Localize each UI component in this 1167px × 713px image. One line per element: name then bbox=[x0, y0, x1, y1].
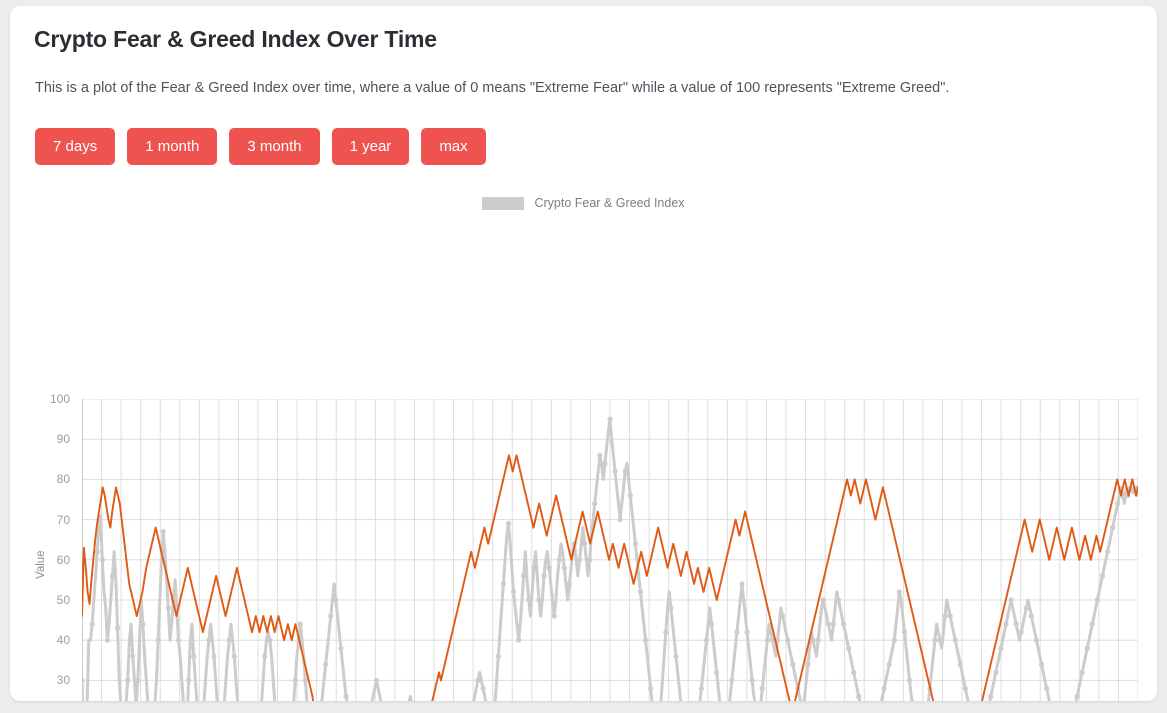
x-axis-ticks: 1 Feb, 201818 Feb, 20187 Mar, 201824 Mar… bbox=[10, 186, 1157, 286]
range-button-max[interactable]: max bbox=[421, 128, 486, 165]
page-title: Crypto Fear & Greed Index Over Time bbox=[34, 26, 437, 52]
y-tick-label: 80 bbox=[56, 472, 70, 487]
time-range-button-group: 7 days 1 month 3 month 1 year max bbox=[35, 128, 486, 165]
y-tick-label: 50 bbox=[56, 593, 70, 607]
range-button-7-days[interactable]: 7 days bbox=[35, 128, 116, 165]
y-tick-label: 60 bbox=[56, 552, 70, 567]
range-button-1-month[interactable]: 1 month bbox=[127, 128, 218, 165]
chart-description: This is a plot of the Fear & Greed Index… bbox=[35, 80, 950, 96]
chart-svg bbox=[82, 399, 1138, 701]
y-tick-label: 30 bbox=[56, 673, 70, 688]
chart-area: Crypto Fear & Greed Index Value 01020304… bbox=[10, 186, 1157, 701]
plot-canvas bbox=[82, 399, 1138, 701]
y-tick-label: 90 bbox=[56, 432, 70, 447]
range-button-3-month[interactable]: 3 month bbox=[229, 128, 320, 165]
chart-card: Crypto Fear & Greed Index Over Time This… bbox=[10, 6, 1157, 701]
y-tick-label: 100 bbox=[49, 392, 70, 406]
range-button-1-year[interactable]: 1 year bbox=[331, 128, 410, 165]
y-tick-label: 70 bbox=[56, 512, 70, 527]
y-tick-label: 40 bbox=[56, 633, 70, 648]
